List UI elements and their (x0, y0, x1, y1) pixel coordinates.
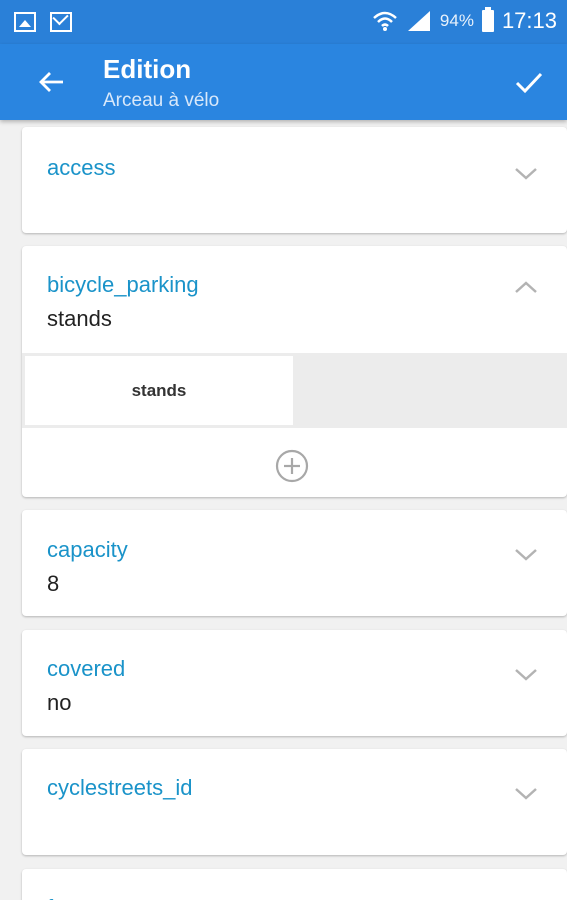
chevron-down-icon[interactable] (513, 785, 539, 801)
status-indicators: 94% 17:13 (372, 7, 557, 34)
tag-value: stands (47, 306, 112, 331)
clock: 17:13 (501, 8, 557, 33)
tag-card-partial[interactable]: f (22, 869, 567, 900)
tag-value: no (47, 690, 72, 715)
battery-icon (481, 7, 494, 32)
chevron-down-icon[interactable] (513, 165, 539, 181)
image-notification-icon (14, 12, 36, 32)
tag-key: cyclestreets_id (47, 775, 193, 800)
wifi-icon (373, 11, 397, 31)
add-circle-icon[interactable] (274, 448, 310, 484)
tag-key: access (47, 155, 116, 180)
tag-card-cyclestreets-id[interactable]: cyclestreets_id (22, 749, 567, 855)
tag-key: capacity (47, 537, 128, 562)
chevron-down-icon[interactable] (513, 546, 539, 562)
chevron-down-icon[interactable] (513, 666, 539, 682)
arrow-left-icon[interactable] (36, 66, 68, 98)
signal-icon (407, 11, 430, 31)
check-icon[interactable] (513, 66, 545, 98)
tag-key: bicycle_parking (47, 272, 199, 297)
value-option-chip[interactable]: stands (25, 356, 293, 425)
chevron-up-icon[interactable] (513, 279, 539, 295)
tag-key: covered (47, 656, 126, 681)
tag-card-bicycle-parking[interactable]: bicycle_parking stands stands (22, 246, 567, 497)
battery-percent: 94% (439, 11, 474, 30)
tag-card-capacity[interactable]: capacity 8 (22, 510, 567, 616)
page-title: Edition (103, 54, 192, 84)
notification-icons (14, 12, 72, 32)
page-subtitle: Arceau à vélo (103, 90, 220, 111)
tag-value: 8 (47, 571, 60, 596)
tag-card-covered[interactable]: covered no (22, 630, 567, 736)
app-bar: Edition Arceau à vélo (0, 44, 567, 120)
tag-key: f (47, 895, 53, 900)
tag-card-access[interactable]: access (22, 127, 567, 233)
value-options: stands (22, 353, 567, 428)
mail-notification-icon (50, 12, 72, 32)
status-bar: 94% 17:13 (0, 0, 567, 44)
